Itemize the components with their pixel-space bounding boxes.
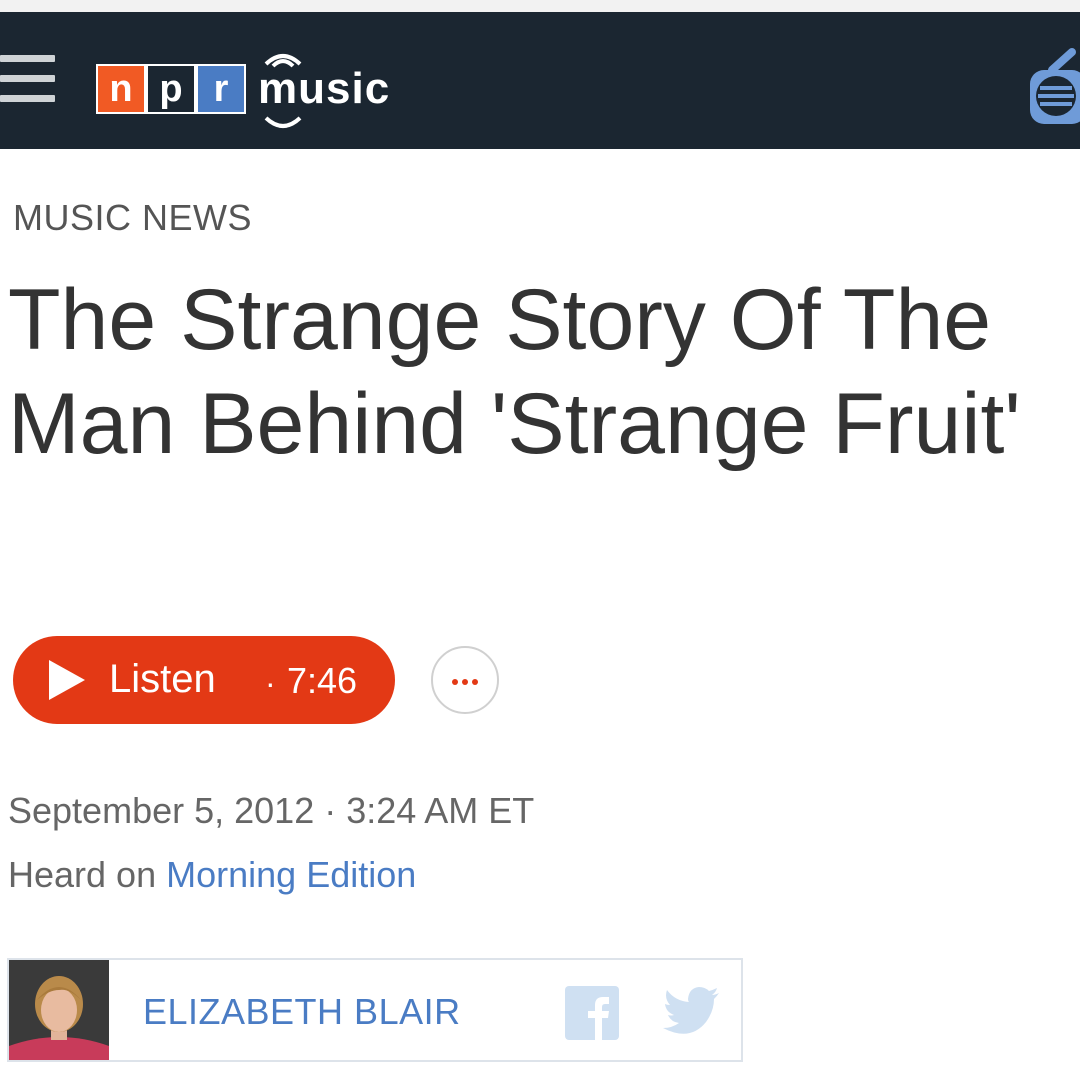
listen-duration: 7:46 (287, 660, 358, 701)
author-avatar[interactable] (9, 960, 109, 1060)
listen-button[interactable]: Listen · 7:46 (13, 636, 395, 724)
top-navbar: n p r music (0, 12, 1080, 149)
article-title: The Strange Story Of The Man Behind 'Str… (8, 272, 1021, 472)
logo-radio-waves-bottom-icon (264, 116, 302, 128)
logo-letter-p: p (146, 64, 196, 114)
top-status-strip (0, 0, 1080, 12)
more-options-icon[interactable] (431, 646, 499, 714)
heard-on-line: Heard on Morning Edition (8, 853, 416, 897)
author-name[interactable]: ELIZABETH BLAIR (143, 990, 461, 1034)
listen-separator: · (265, 665, 276, 701)
logo-letter-n: n (96, 64, 146, 114)
program-link[interactable]: Morning Edition (166, 854, 416, 895)
listen-label: Listen (109, 657, 216, 701)
facebook-icon[interactable] (565, 986, 619, 1040)
logo-music-word: music (258, 64, 391, 113)
radio-icon[interactable] (1026, 48, 1080, 128)
author-byline: ELIZABETH BLAIR (7, 958, 743, 1062)
logo-letter-r: r (196, 64, 246, 114)
publish-date: September 5, 2012 · 3:24 AM ET (8, 790, 535, 831)
play-icon (49, 660, 85, 700)
section-kicker[interactable]: MUSIC NEWS (13, 197, 252, 239)
heard-on-prefix: Heard on (8, 854, 157, 895)
hamburger-menu-icon[interactable] (0, 55, 56, 103)
npr-music-logo[interactable]: n p r music (94, 48, 414, 138)
twitter-icon[interactable] (663, 986, 721, 1038)
